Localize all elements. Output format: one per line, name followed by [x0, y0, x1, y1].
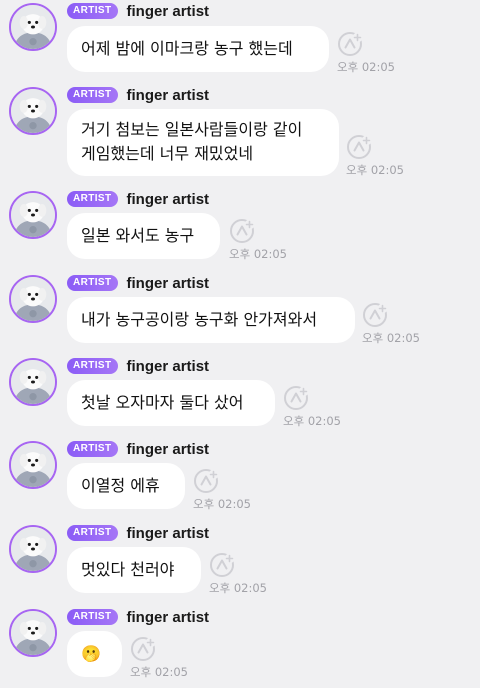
avatar[interactable]: [9, 87, 57, 135]
artist-badge: ARTIST: [67, 441, 118, 457]
sender-name[interactable]: finger artist: [127, 609, 210, 626]
dog-avatar-icon: [11, 89, 55, 133]
reaction-button[interactable]: [283, 385, 309, 411]
reaction-icon: [347, 135, 372, 159]
dog-avatar-icon: [11, 277, 55, 321]
sender-name[interactable]: finger artist: [127, 441, 210, 458]
message-time: 오후 02:05: [209, 581, 267, 595]
message-text-line-2: 게임했는데 너무 재밌었네: [81, 144, 254, 163]
artist-badge: ARTIST: [67, 87, 118, 103]
message-header: ARTIST finger artist: [67, 440, 209, 458]
message-text: 어제 밤에 이마크랑 농구 했는데: [81, 39, 293, 58]
reaction-button[interactable]: [346, 134, 372, 160]
message-text: 일본 와서도 농구: [81, 226, 195, 245]
message-bubble[interactable]: 🫢: [67, 631, 122, 677]
reaction-button[interactable]: [130, 636, 156, 662]
message-bubble[interactable]: 멋있다 천러야: [67, 547, 201, 593]
artist-badge: ARTIST: [67, 3, 118, 19]
sender-name[interactable]: finger artist: [127, 3, 210, 20]
artist-badge: ARTIST: [67, 609, 118, 625]
message-time: 오후 02:05: [346, 163, 404, 177]
message-header: ARTIST finger artist: [67, 357, 209, 375]
message-header: ARTIST finger artist: [67, 86, 209, 104]
sender-name[interactable]: finger artist: [127, 525, 210, 542]
message-bubble[interactable]: 내가 농구공이랑 농구화 안가져와서: [67, 297, 355, 343]
message-header: ARTIST finger artist: [67, 2, 209, 20]
reaction-icon: [210, 553, 235, 577]
message-bubble[interactable]: 이열정 에휴: [67, 463, 185, 509]
sender-name[interactable]: finger artist: [127, 87, 210, 104]
sender-name[interactable]: finger artist: [127, 358, 210, 375]
message-header: ARTIST finger artist: [67, 608, 209, 626]
dog-avatar-icon: [11, 5, 55, 49]
reaction-icon: [230, 219, 255, 243]
dog-avatar-icon: [11, 360, 55, 404]
message-bubble[interactable]: 어제 밤에 이마크랑 농구 했는데: [67, 26, 329, 72]
message-header: ARTIST finger artist: [67, 524, 209, 542]
reaction-button[interactable]: [337, 31, 363, 57]
artist-badge: ARTIST: [67, 525, 118, 541]
avatar[interactable]: [9, 441, 57, 489]
reaction-button[interactable]: [362, 302, 388, 328]
message-text-line-1: 거기 첨보는 일본사람들이랑 같이: [81, 120, 303, 139]
dog-avatar-icon: [11, 611, 55, 655]
artist-badge: ARTIST: [67, 275, 118, 291]
dog-avatar-icon: [11, 527, 55, 571]
sender-name[interactable]: finger artist: [127, 191, 210, 208]
message-time: 오후 02:05: [229, 247, 287, 261]
message-text: 멋있다 천러야: [81, 560, 175, 579]
message-time: 오후 02:05: [193, 497, 251, 511]
reaction-icon: [284, 386, 309, 410]
reaction-button[interactable]: [193, 468, 219, 494]
message-emoji: 🫢: [81, 644, 101, 663]
avatar[interactable]: [9, 275, 57, 323]
avatar[interactable]: [9, 191, 57, 239]
avatar[interactable]: [9, 609, 57, 657]
message-time: 오후 02:05: [337, 60, 395, 74]
reaction-icon: [338, 32, 363, 56]
avatar[interactable]: [9, 358, 57, 406]
message-bubble[interactable]: 일본 와서도 농구: [67, 213, 220, 259]
message-text: 내가 농구공이랑 농구화 안가져와서: [81, 310, 318, 329]
message-text: 이열정 에휴: [81, 476, 160, 495]
message-time: 오후 02:05: [283, 414, 341, 428]
avatar[interactable]: [9, 3, 57, 51]
dog-avatar-icon: [11, 443, 55, 487]
sender-name[interactable]: finger artist: [127, 275, 210, 292]
message-header: ARTIST finger artist: [67, 190, 209, 208]
artist-badge: ARTIST: [67, 191, 118, 207]
dog-avatar-icon: [11, 193, 55, 237]
reaction-button[interactable]: [209, 552, 235, 578]
reaction-icon: [194, 469, 219, 493]
reaction-icon: [363, 303, 388, 327]
reaction-icon: [131, 637, 156, 661]
artist-badge: ARTIST: [67, 358, 118, 374]
avatar[interactable]: [9, 525, 57, 573]
message-bubble[interactable]: 거기 첨보는 일본사람들이랑 같이 게임했는데 너무 재밌었네: [67, 109, 339, 176]
message-header: ARTIST finger artist: [67, 274, 209, 292]
message-text: 첫날 오자마자 둘다 샀어: [81, 393, 244, 412]
message-time: 오후 02:05: [362, 331, 420, 345]
message-bubble[interactable]: 첫날 오자마자 둘다 샀어: [67, 380, 275, 426]
reaction-button[interactable]: [229, 218, 255, 244]
message-time: 오후 02:05: [130, 665, 188, 679]
